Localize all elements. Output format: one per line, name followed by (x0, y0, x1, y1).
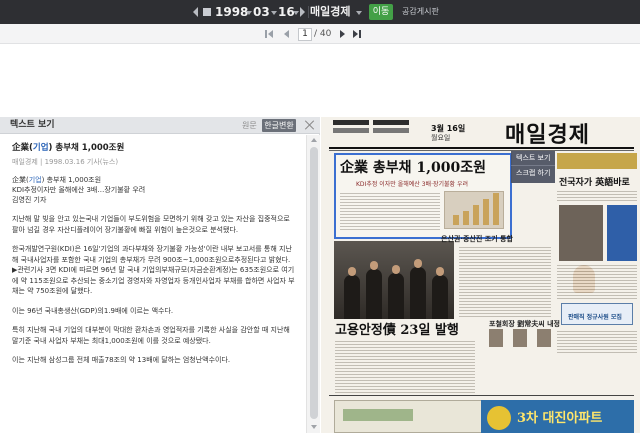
prev-date-arrow-icon[interactable] (193, 7, 198, 17)
calendar-icon[interactable] (203, 8, 211, 16)
text-view-panel: 텍스트 보기 원문 한글변환 企業(기업) 총부채 1,000조원 매일경제 |… (0, 117, 320, 433)
article-headline: 은산권·중산진 조기 통합 (441, 235, 513, 243)
article-headline: 고용안정債 23일 발행 (335, 323, 459, 338)
newspaper-page-image[interactable]: 3월 16일 월요일 매일경제 企業 총부채 1,000조원 KDI추정 이자만… (321, 117, 640, 433)
article-paragraph: 이는 지난해 삼성그룹 전체 매출78조의 약 13배에 달하는 엄청난액수이다… (12, 356, 231, 364)
right-column-text (557, 189, 637, 203)
scrap-menu-item[interactable]: 스크랩 하기 (511, 166, 555, 180)
article-paragraph: 한국개발연구원(KDI)은 16일'기업의 과다부채와 장기불황 가능성'이란 … (12, 245, 295, 295)
ad-logo-icon (487, 406, 511, 430)
text-view-menu-item[interactable]: 텍스트 보기 (511, 151, 555, 165)
page-total: / 40 (314, 29, 332, 39)
month-select[interactable]: 03 (253, 0, 270, 24)
page-navigation-bar: 1 / 40 (0, 24, 640, 44)
article-line: KDI추정이자만 올해에산 3배…장기불황 우려 (12, 186, 146, 194)
divider (308, 6, 309, 18)
article-headline: 포철회장 劉常夫씨 내정 (489, 320, 560, 328)
next-date-arrow-icon[interactable] (300, 7, 305, 17)
newspaper-select-value: 매일경제 (310, 5, 351, 18)
right-column-headline: 전국자가 英語바로 (559, 178, 630, 188)
year-select[interactable]: 1998 (215, 0, 248, 24)
subheadline: KDI추정 이자만 올해예산 3배·장기불황 우려 (356, 181, 468, 188)
selected-article-box[interactable]: 企業 총부채 1,000조원 KDI추정 이자만 올해예산 3배·장기불황 우려 (334, 153, 512, 239)
divider (329, 395, 634, 396)
ad-text: 3차 대진아파트 (517, 411, 603, 426)
go-button[interactable]: 이동 (369, 4, 393, 20)
article-paragraph: 지난해 말 빚을 안고 있는국내 기업들이 부도위험을 모면하기 위해 갖고 있… (12, 215, 290, 234)
article-paragraph: 특히 지난해 국내 기업의 대부분이 막대한 환차손과 영업적자를 기록한 사실… (12, 326, 290, 345)
day-caret-icon[interactable] (293, 11, 299, 15)
right-column: 전국자가 英語바로 판매직 정규사원 모집 (557, 153, 637, 353)
scroll-up-icon[interactable] (311, 138, 317, 142)
article-columns (335, 339, 475, 397)
original-text-tab[interactable]: 원문 (242, 120, 257, 132)
recruit-notice-title: 판매직 정규사원 모집 (568, 314, 622, 321)
scrollbar[interactable] (306, 135, 320, 433)
article-paragraph: 이는 96년 국내총생산(GDP)의1.9배에 이르는 액수다. (12, 306, 174, 315)
scrollbar-thumb[interactable] (310, 147, 318, 419)
article-chart-image (444, 191, 504, 229)
divider (329, 147, 634, 149)
last-page-icon[interactable] (353, 29, 363, 39)
headline: 企業 총부채 1,000조원 (340, 160, 486, 176)
article-columns (340, 191, 440, 231)
month-value: 03 (253, 5, 270, 19)
article-columns (459, 245, 551, 317)
page-number-input[interactable]: 1 (298, 28, 312, 41)
first-page-icon[interactable] (265, 29, 275, 39)
year-caret-icon[interactable] (246, 11, 252, 15)
divider (329, 150, 634, 151)
prev-page-icon[interactable] (282, 29, 292, 39)
next-page-icon[interactable] (338, 29, 348, 39)
month-caret-icon[interactable] (271, 11, 277, 15)
article-title: 企業(기업) 총부채 1,000조원 (12, 143, 125, 153)
article-byline: 김영진 기자 (12, 196, 47, 204)
text-view-header: 텍스트 보기 원문 한글변환 (0, 117, 320, 134)
hangul-convert-button[interactable]: 한글변환 (262, 119, 296, 132)
masthead-promo-strip (333, 120, 413, 140)
ad-graphic (343, 409, 413, 421)
masthead-logo: 매일경제 (505, 122, 590, 148)
scroll-down-icon[interactable] (311, 425, 317, 429)
right-column-text (557, 329, 637, 353)
newspaper-caret-icon[interactable] (356, 11, 362, 15)
portrait-photo (559, 205, 603, 293)
top-navigation-bar: 1998 03 16 매일경제 이동 공감게시판 (0, 0, 640, 24)
newspaper-select[interactable]: 매일경제 (310, 4, 360, 20)
close-icon[interactable] (304, 119, 316, 131)
notice-board-link[interactable]: 공감게시판 (402, 0, 439, 24)
article-text: 企業(기업) 총부채 1,000조원 매일경제 | 1998.03.16 기사(… (0, 135, 306, 433)
panel-title: 텍스트 보기 (10, 120, 55, 130)
year-value: 1998 (215, 5, 249, 19)
side-photo (607, 205, 637, 261)
blank-area (0, 45, 640, 117)
article-line: 企業(기업) 총부채 1,000조원 (12, 176, 102, 184)
news-photo (334, 241, 454, 319)
right-column-banner (557, 153, 637, 169)
article-context-menu: 텍스트 보기 스크랩 하기 (511, 151, 555, 183)
article-meta: 매일경제 | 1998.03.16 기사(뉴스) (12, 158, 119, 166)
paper-weekday: 월요일 (431, 134, 451, 142)
portrait-thumbnails (489, 329, 555, 349)
right-column-text (557, 263, 637, 301)
recruit-notice-box: 판매직 정규사원 모집 (561, 303, 633, 325)
